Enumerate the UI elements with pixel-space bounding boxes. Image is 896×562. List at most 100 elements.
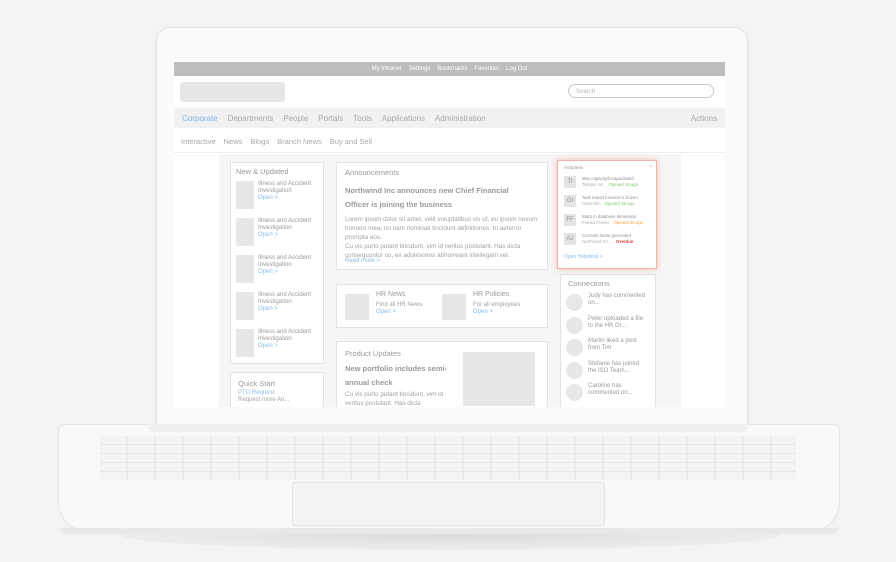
helpdesk-title: Helpdesk xyxy=(564,165,583,170)
ticket-title: Max capacity/incapacitated xyxy=(582,176,634,181)
announcements-panel: Announcements Northwind Inc announces ne… xyxy=(336,162,548,270)
connections-title: Connections xyxy=(568,279,610,288)
product-updates-title: Product Updates xyxy=(345,349,401,358)
new-updated-panel: New & Updated Illness and Accident Inves… xyxy=(230,162,324,364)
subnav-item-news[interactable]: News xyxy=(224,137,243,146)
ticket-avatar: FF xyxy=(564,214,576,226)
nav-item-departments[interactable]: Departments xyxy=(228,114,274,123)
item-thumbnail xyxy=(236,292,254,320)
topbar-link-bookmarks[interactable]: Bookmarks xyxy=(437,66,467,72)
ticket-title: Warp in database dimension xyxy=(582,214,637,219)
topbar-link-settings[interactable]: Settings xyxy=(409,66,431,72)
topbar-link-my-intranet[interactable]: My Intranet xyxy=(372,66,402,72)
subnav-item-branch-news[interactable]: Branch News xyxy=(277,137,322,146)
hr-news-subtitle: Find all HR News xyxy=(376,302,423,308)
ticket-company: Franks Franks xyxy=(582,220,610,225)
item-open-link[interactable]: Open > xyxy=(258,269,278,275)
search-input[interactable]: Search xyxy=(568,84,714,98)
item-title: Illness and Accident Investigation xyxy=(258,329,312,342)
announcement-headline[interactable]: Northwind Inc announces new Chief Financ… xyxy=(345,184,525,212)
item-thumbnail xyxy=(236,181,254,209)
list-item[interactable]: Illness and Accident Investigation Open … xyxy=(236,218,320,248)
list-item[interactable]: Stefanie has joined the ISO Team... xyxy=(566,361,648,381)
nav-item-people[interactable]: People xyxy=(283,114,308,123)
item-open-link[interactable]: Open > xyxy=(258,232,278,238)
keyboard-rows xyxy=(100,436,796,480)
new-updated-title: New & Updated xyxy=(236,167,289,176)
product-updates-headline[interactable]: New portfolio includes semi-annual check xyxy=(345,362,463,390)
connection-activity-text: Caroline has commented on... xyxy=(588,383,633,396)
ticket-status: Opened 35 ago xyxy=(613,220,644,225)
nav-item-applications[interactable]: Applications xyxy=(382,114,425,123)
subnav-item-interactive[interactable]: Interactive xyxy=(181,137,216,146)
connection-activity-text: Martin liked a post from Tim xyxy=(588,338,637,351)
ticket-title: Currents haste generated xyxy=(582,233,631,238)
nav-item-portals[interactable]: Portals xyxy=(318,114,343,123)
hr-news-thumbnail xyxy=(345,294,369,320)
ticket-status: Opened 16 ago xyxy=(608,182,639,187)
topbar-link-favorites[interactable]: Favorites xyxy=(474,66,499,72)
helpdesk-ticket[interactable]: FF Warp in database dimension Franks Fra… xyxy=(564,214,654,232)
announcement-body-paragraph: Lorem ipsum dolor sit amet, velit volupt… xyxy=(345,216,538,241)
list-item[interactable]: Caroline has commented on... xyxy=(566,383,648,403)
connections-panel: Connections Judy has commented on... Pet… xyxy=(560,274,656,407)
ticket-avatar: GI xyxy=(564,195,576,207)
list-item[interactable]: Martin liked a post from Tim xyxy=(566,338,648,358)
item-title: Illness and Accident Investigation xyxy=(258,255,312,268)
list-item[interactable]: Judy has commented on... xyxy=(566,293,648,313)
list-item[interactable]: Illness and Accident Investigation Open … xyxy=(236,292,320,322)
hr-policies-title[interactable]: HR Policies xyxy=(473,291,509,298)
trackpad xyxy=(292,482,605,526)
read-more-link[interactable]: Read more > xyxy=(345,258,380,264)
nav-item-corporate[interactable]: Corporate xyxy=(182,114,218,123)
ticket-status: Opened 26 ago xyxy=(604,201,635,206)
connection-activity-text: Peter uploaded a file to the HR Gr... xyxy=(588,316,644,329)
item-open-link[interactable]: Open > xyxy=(258,195,278,201)
item-open-link[interactable]: Open > xyxy=(258,306,278,312)
quick-start-title: Quick Start xyxy=(238,379,276,388)
hr-news-open-link[interactable]: Open > xyxy=(376,309,396,315)
laptop-hinge xyxy=(150,424,746,432)
list-item[interactable]: Illness and Accident Investigation Open … xyxy=(236,329,320,359)
laptop-screen: My Intranet Settings Bookmarks Favorites… xyxy=(174,62,725,407)
open-helpdesk-link[interactable]: Open Helpdesk > xyxy=(564,254,603,260)
product-updates-body: Cu vis purto putant tincidunt, vim id ve… xyxy=(345,391,443,407)
item-thumbnail xyxy=(236,329,254,357)
helpdesk-ticket[interactable]: GI Task import function is frozen Gamerl… xyxy=(564,195,654,213)
helpdesk-popup: Helpdesk × TI Max capacity/incapacitated… xyxy=(557,160,657,269)
item-title: Illness and Accident Investigation xyxy=(258,181,312,194)
ticket-avatar: TI xyxy=(564,176,576,188)
list-item[interactable]: Illness and Accident Investigation Open … xyxy=(236,181,320,211)
product-updates-panel: Product Updates New portfolio includes s… xyxy=(336,341,548,407)
announcement-body: Lorem ipsum dolor sit amet, velit volupt… xyxy=(345,215,541,260)
item-open-link[interactable]: Open > xyxy=(258,343,278,349)
connection-activity-text: Stefanie has joined the ISO Team... xyxy=(588,361,640,374)
helpdesk-ticket[interactable]: AJ Currents haste generated Northwind In… xyxy=(564,233,654,251)
nav-item-tools[interactable]: Tools xyxy=(353,114,372,123)
quick-start-panel: Quick Start PTO Request Request more An.… xyxy=(230,372,324,407)
hr-policies-subtitle: For all employees xyxy=(473,302,521,308)
list-item[interactable]: Peter uploaded a file to the HR Gr... xyxy=(566,316,648,336)
laptop-front-edge xyxy=(60,528,838,534)
item-title: Illness and Accident Investigation xyxy=(258,218,312,231)
announcements-title: Announcements xyxy=(345,168,400,177)
item-thumbnail xyxy=(236,255,254,283)
subnav-item-buy-and-sell[interactable]: Buy and Sell xyxy=(330,137,372,146)
ticket-avatar: AJ xyxy=(564,233,576,245)
pto-request-link[interactable]: PTO Request xyxy=(238,390,274,396)
avatar xyxy=(566,362,583,379)
subnav-item-blogs[interactable]: Blogs xyxy=(250,137,269,146)
topbar-link-logout[interactable]: Log Out xyxy=(506,66,527,72)
nav-item-administration[interactable]: Administration xyxy=(435,114,486,123)
actions-menu[interactable]: Actions xyxy=(691,114,717,123)
avatar xyxy=(566,294,583,311)
primary-nav: Corporate Departments People Portals Too… xyxy=(174,108,725,128)
item-thumbnail xyxy=(236,218,254,246)
hr-policies-open-link[interactable]: Open > xyxy=(473,309,493,315)
connection-activity-text: Judy has commented on... xyxy=(588,293,646,306)
helpdesk-ticket[interactable]: TI Max capacity/incapacitated Tailspin I… xyxy=(564,176,654,194)
hr-news-title[interactable]: HR News xyxy=(376,291,406,298)
close-icon[interactable]: × xyxy=(649,164,652,170)
list-item[interactable]: Illness and Accident Investigation Open … xyxy=(236,255,320,285)
site-logo[interactable] xyxy=(180,82,285,102)
